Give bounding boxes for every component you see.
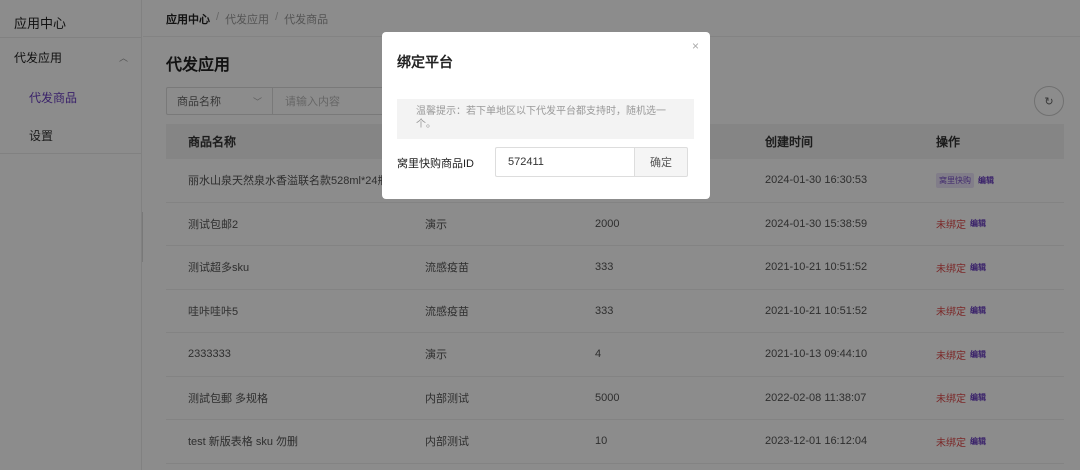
bind-platform-dialog: × 绑定平台 温馨提示：若下单地区以下代发平台都支持时，随机选一个。 窝里快购商…	[382, 32, 710, 199]
dialog-title: 绑定平台	[397, 54, 453, 70]
confirm-button[interactable]: 确定	[634, 147, 688, 177]
product-id-input[interactable]: 572411	[495, 147, 635, 177]
product-id-label: 窝里快购商品ID	[397, 158, 474, 170]
close-icon[interactable]: ×	[692, 39, 699, 53]
tip-notice: 温馨提示：若下单地区以下代发平台都支持时，随机选一个。	[397, 99, 694, 139]
